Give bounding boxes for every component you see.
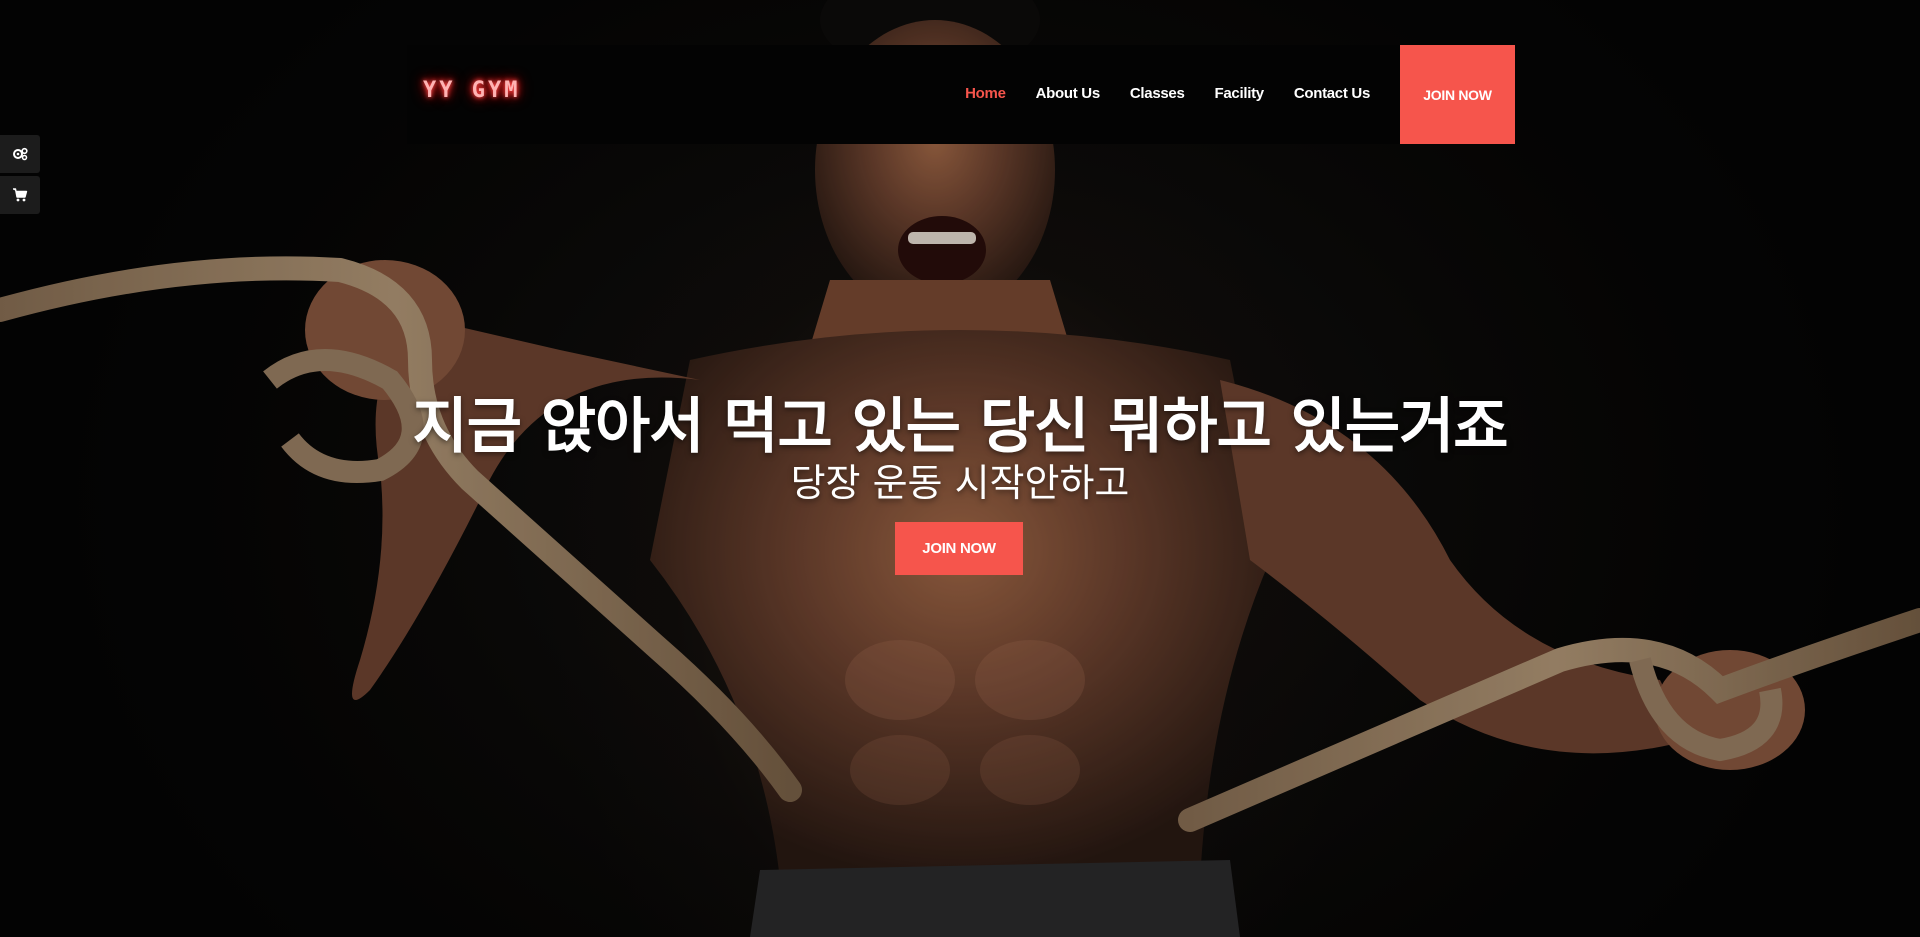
hero-subtitle: 당장 운동 시작안하고 bbox=[790, 461, 1130, 505]
top-navbar: YY GYM Home About Us Classes Facility Co… bbox=[407, 45, 1515, 144]
nav-item-facility[interactable]: Facility bbox=[1215, 85, 1265, 102]
nav-item-home[interactable]: Home bbox=[965, 85, 1006, 102]
main-nav: Home About Us Classes Facility Contact U… bbox=[935, 85, 1370, 102]
shopping-cart-icon bbox=[12, 188, 28, 202]
gears-icon bbox=[12, 147, 28, 161]
side-toolbar bbox=[0, 135, 40, 217]
nav-item-classes[interactable]: Classes bbox=[1130, 85, 1185, 102]
hero-section: YY GYM Home About Us Classes Facility Co… bbox=[0, 0, 1920, 937]
hero-join-now-button[interactable]: JOIN NOW bbox=[895, 522, 1023, 575]
cart-tool-button[interactable] bbox=[0, 176, 40, 214]
nav-join-now-button[interactable]: JOIN NOW bbox=[1400, 45, 1515, 144]
site-logo[interactable]: YY GYM bbox=[423, 78, 520, 103]
nav-item-contact-us[interactable]: Contact Us bbox=[1294, 85, 1370, 102]
settings-tool-button[interactable] bbox=[0, 135, 40, 173]
nav-item-about-us[interactable]: About Us bbox=[1036, 85, 1101, 102]
